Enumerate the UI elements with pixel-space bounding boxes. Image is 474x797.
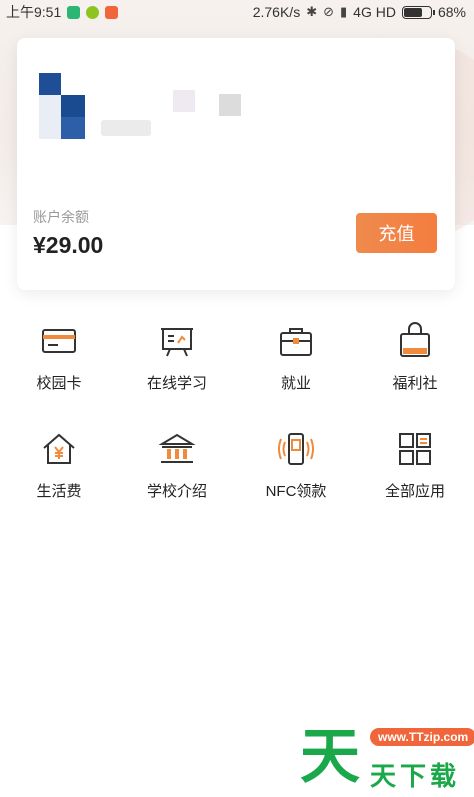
app-label: NFC领款 bbox=[265, 483, 327, 500]
status-bar: 上午9:51 2.76K/s ✱ ⊘ ▮ 4G HD 68% bbox=[0, 0, 474, 24]
status-speed: 2.76K/s bbox=[252, 4, 301, 20]
status-bar-right: 2.76K/s ✱ ⊘ ▮ 4G HD 68% bbox=[253, 4, 466, 20]
battery-icon bbox=[401, 5, 435, 19]
watermark-url: www.TTzip.com bbox=[370, 728, 474, 746]
app-campus-card[interactable]: 校园卡 bbox=[0, 322, 118, 412]
balance-label: 账户余额 bbox=[33, 209, 89, 225]
card-icon bbox=[42, 329, 76, 353]
app-nfc-payment[interactable]: NFC领款 bbox=[237, 430, 355, 520]
account-card: 账户余额 ¥29.00 充值 bbox=[17, 38, 455, 290]
bluetooth-icon: ✱ bbox=[306, 4, 318, 19]
app-label: 学校介绍 bbox=[146, 483, 207, 500]
app-employment[interactable]: 就业 bbox=[237, 322, 355, 412]
grid-apps-icon bbox=[399, 433, 431, 465]
app-welfare-shop[interactable]: 福利社 bbox=[356, 322, 474, 412]
app-label: 全部应用 bbox=[384, 483, 445, 500]
school-building-icon bbox=[158, 433, 196, 463]
status-time: 上午9:51 bbox=[6, 4, 62, 20]
app-label: 生活费 bbox=[36, 483, 82, 500]
nfc-phone-icon bbox=[278, 433, 314, 465]
watermark: 天 www.TTzip.com 天下载 bbox=[300, 722, 474, 797]
app-label: 福利社 bbox=[392, 375, 438, 392]
app-notification-icon bbox=[105, 5, 119, 19]
app-all-apps[interactable]: 全部应用 bbox=[356, 430, 474, 520]
briefcase-icon bbox=[280, 328, 312, 356]
app-label: 就业 bbox=[280, 375, 311, 392]
status-network: 4G HD bbox=[353, 4, 396, 20]
status-battery-percent: 68% bbox=[437, 4, 466, 20]
avatar bbox=[39, 73, 85, 141]
app-label: 在线学习 bbox=[146, 375, 207, 392]
vibrate-icon: ⊘ bbox=[323, 4, 335, 19]
app-school-intro[interactable]: 学校介绍 bbox=[118, 430, 236, 520]
wechat-icon bbox=[86, 5, 100, 19]
house-yen-icon bbox=[43, 433, 75, 464]
shield-icon bbox=[67, 5, 81, 19]
signal-icon: ▮ bbox=[340, 4, 348, 19]
app-living-expenses[interactable]: 生活费 bbox=[0, 430, 118, 520]
redacted-block bbox=[219, 94, 241, 116]
redacted-username bbox=[101, 120, 151, 136]
balance-value: ¥29.00 bbox=[33, 232, 104, 258]
redacted-block bbox=[173, 90, 195, 112]
app-label: 校园卡 bbox=[36, 375, 82, 392]
watermark-logo-char: 天 bbox=[300, 722, 360, 792]
app-online-learning[interactable]: 在线学习 bbox=[118, 322, 236, 412]
watermark-text: 天下载 bbox=[370, 761, 461, 791]
shopping-bag-icon bbox=[400, 322, 430, 357]
recharge-button[interactable]: 充值 bbox=[356, 213, 437, 253]
presentation-board-icon bbox=[161, 328, 193, 357]
status-bar-left: 上午9:51 bbox=[6, 2, 119, 22]
